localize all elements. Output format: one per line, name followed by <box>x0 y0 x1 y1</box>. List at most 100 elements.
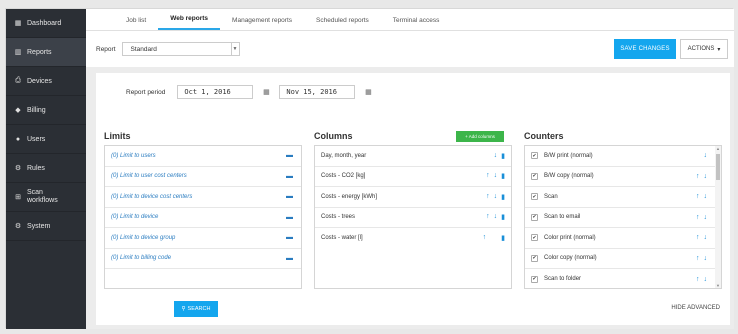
scrollbar[interactable]: ▲ ▼ <box>715 146 721 288</box>
sidebar-item-users[interactable]: ● Users <box>6 125 86 154</box>
list-item[interactable]: (0) Limit to billing code ▬ <box>105 249 301 269</box>
sidebar-item-label: Billing <box>27 106 46 114</box>
arrow-down-icon[interactable]: ↓ <box>494 172 498 180</box>
folder-icon[interactable]: ▬ <box>286 214 293 221</box>
trash-icon[interactable]: ▮ <box>501 152 505 160</box>
sitemap-icon: ⊞ <box>15 194 21 201</box>
arrow-down-icon[interactable]: ↓ <box>704 152 708 159</box>
arrow-down-icon[interactable]: ↓ <box>704 276 708 283</box>
main-content: Job list Web reports Management reports … <box>86 9 734 329</box>
list-item[interactable]: Costs - trees ↑ ↓ ▮ <box>315 208 511 228</box>
tab-terminal-access[interactable]: Terminal access <box>381 17 452 30</box>
checkbox[interactable]: ✔ <box>531 275 538 283</box>
hide-advanced-link[interactable]: HIDE ADVANCED <box>671 305 720 311</box>
arrow-up-icon[interactable]: ↑ <box>696 193 700 200</box>
list-item[interactable]: ✔ Scan to email ↑ ↓ <box>525 208 721 228</box>
arrow-down-icon[interactable]: ↓ <box>704 214 708 221</box>
scrollbar-thumb[interactable] <box>716 154 720 180</box>
scroll-down-icon[interactable]: ▼ <box>715 283 721 288</box>
arrow-down-icon[interactable]: ↓ <box>494 152 498 160</box>
trash-icon[interactable]: ▮ <box>501 193 505 201</box>
arrow-up-icon[interactable]: ↑ <box>486 193 490 201</box>
list-item[interactable]: (0) Limit to device ▬ <box>105 208 301 228</box>
sidebar-item-dashboard[interactable]: ▦ Dashboard <box>6 9 86 38</box>
arrow-down-icon[interactable]: ↓ <box>704 234 708 241</box>
trash-icon[interactable]: ▮ <box>501 172 505 180</box>
trash-icon[interactable]: ▮ <box>501 213 505 221</box>
calendar-icon[interactable]: ▦ <box>361 85 375 99</box>
sidebar-item-reports[interactable]: ▥ Reports <box>6 38 86 67</box>
sidebar-item-devices[interactable]: ⎙ Devices <box>6 67 86 96</box>
list-item[interactable]: (0) Limit to user cost centers ▬ <box>105 167 301 187</box>
checkbox[interactable]: ✔ <box>531 193 538 201</box>
folder-icon[interactable]: ▬ <box>286 234 293 241</box>
tab-management-reports[interactable]: Management reports <box>220 17 304 30</box>
arrow-down-icon[interactable]: ↓ <box>704 193 708 200</box>
list-item[interactable]: Day, month, year ↓ ▮ <box>315 146 511 167</box>
list-item[interactable]: Costs - energy [kWh] ↑ ↓ ▮ <box>315 187 511 208</box>
arrow-down-icon[interactable]: ↓ <box>494 213 498 221</box>
counter-label: B/W print (normal) <box>544 152 593 159</box>
counter-label: Scan <box>544 193 558 200</box>
arrow-down-icon[interactable]: ↓ <box>704 173 708 180</box>
add-columns-button[interactable]: + Add columns <box>456 131 504 142</box>
report-toolbar: Report Standard ▼ SAVE CHANGES ACTIONS ▾ <box>86 31 734 67</box>
actions-button[interactable]: ACTIONS ▾ <box>680 39 728 59</box>
counters-title: Counters <box>524 131 564 141</box>
sidebar-item-system[interactable]: ⚙ System <box>6 212 86 241</box>
list-item[interactable]: ✔ Color print (normal) ↑ ↓ <box>525 228 721 249</box>
list-item[interactable]: ✔ Color copy (normal) ↑ ↓ <box>525 249 721 269</box>
folder-icon[interactable]: ▬ <box>286 255 293 262</box>
arrow-up-icon[interactable]: ↑ <box>486 172 490 180</box>
tab-job-list[interactable]: Job list <box>114 17 158 30</box>
arrow-up-icon[interactable]: ↑ <box>483 234 487 242</box>
sidebar-item-scan-workflows[interactable]: ⊞ Scan workflows <box>6 183 86 212</box>
checkbox[interactable]: ✔ <box>531 152 538 160</box>
caret-down-icon: ▾ <box>717 46 721 53</box>
list-item[interactable]: ✔ B/W print (normal) ↓ <box>525 146 721 167</box>
tab-web-reports[interactable]: Web reports <box>158 15 221 30</box>
list-item[interactable]: (0) Limit to device group ▬ <box>105 228 301 249</box>
sidebar-item-label: Rules <box>27 164 45 172</box>
arrow-up-icon[interactable]: ↑ <box>696 276 700 283</box>
list-item[interactable]: Costs - CO2 [kg] ↑ ↓ ▮ <box>315 167 511 187</box>
arrow-up-icon[interactable]: ↑ <box>696 214 700 221</box>
checkbox[interactable]: ✔ <box>531 172 538 180</box>
checkbox[interactable]: ✔ <box>531 234 538 242</box>
sidebar-item-label: Scan workflows <box>27 189 58 204</box>
checkbox[interactable]: ✔ <box>531 213 538 221</box>
save-changes-button[interactable]: SAVE CHANGES <box>614 39 676 59</box>
folder-icon[interactable]: ▬ <box>286 152 293 159</box>
counter-label: B/W copy (normal) <box>544 173 594 180</box>
list-item[interactable]: ✔ Scan ↑ ↓ <box>525 187 721 208</box>
calendar-icon[interactable]: ▦ <box>259 85 273 99</box>
sidebar-item-billing[interactable]: ◆ Billing <box>6 96 86 125</box>
arrow-up-icon[interactable]: ↑ <box>696 173 700 180</box>
search-button[interactable]: ⚲ SEARCH <box>174 301 218 317</box>
list-item[interactable]: ✔ Scan to folder ↑ ↓ <box>525 269 721 288</box>
report-select[interactable]: Standard ▼ <box>121 42 240 56</box>
list-item[interactable]: ✔ B/W copy (normal) ↑ ↓ <box>525 167 721 187</box>
list-item[interactable]: (0) Limit to device cost centers ▬ <box>105 187 301 208</box>
sidebar-item-label: System <box>27 222 51 230</box>
list-item[interactable]: Costs - water [l] ↑ ▮ <box>315 228 511 249</box>
tab-scheduled-reports[interactable]: Scheduled reports <box>304 17 381 30</box>
list-item[interactable]: (0) Limit to users ▬ <box>105 146 301 167</box>
arrow-down-icon[interactable]: ↓ <box>494 193 498 201</box>
column-label: Costs - energy [kWh] <box>321 193 378 200</box>
date-from-input[interactable]: Oct 1, 2016 <box>177 85 254 99</box>
arrow-up-icon[interactable]: ↑ <box>696 255 700 262</box>
date-to-input[interactable]: Nov 15, 2016 <box>279 85 356 99</box>
trash-icon[interactable]: ▮ <box>501 234 505 242</box>
counter-label: Scan to email <box>544 214 581 221</box>
arrow-up-icon[interactable]: ↑ <box>486 213 490 221</box>
limit-label: (0) Limit to user cost centers <box>111 173 187 180</box>
sidebar-item-rules[interactable]: ⚙ Rules <box>6 154 86 183</box>
scroll-up-icon[interactable]: ▲ <box>715 146 721 151</box>
checkbox[interactable]: ✔ <box>531 254 538 262</box>
arrow-down-icon[interactable]: ↓ <box>704 255 708 262</box>
tag-icon: ◆ <box>15 107 21 114</box>
folder-icon[interactable]: ▬ <box>286 173 293 180</box>
folder-icon[interactable]: ▬ <box>286 193 293 200</box>
arrow-up-icon[interactable]: ↑ <box>696 234 700 241</box>
